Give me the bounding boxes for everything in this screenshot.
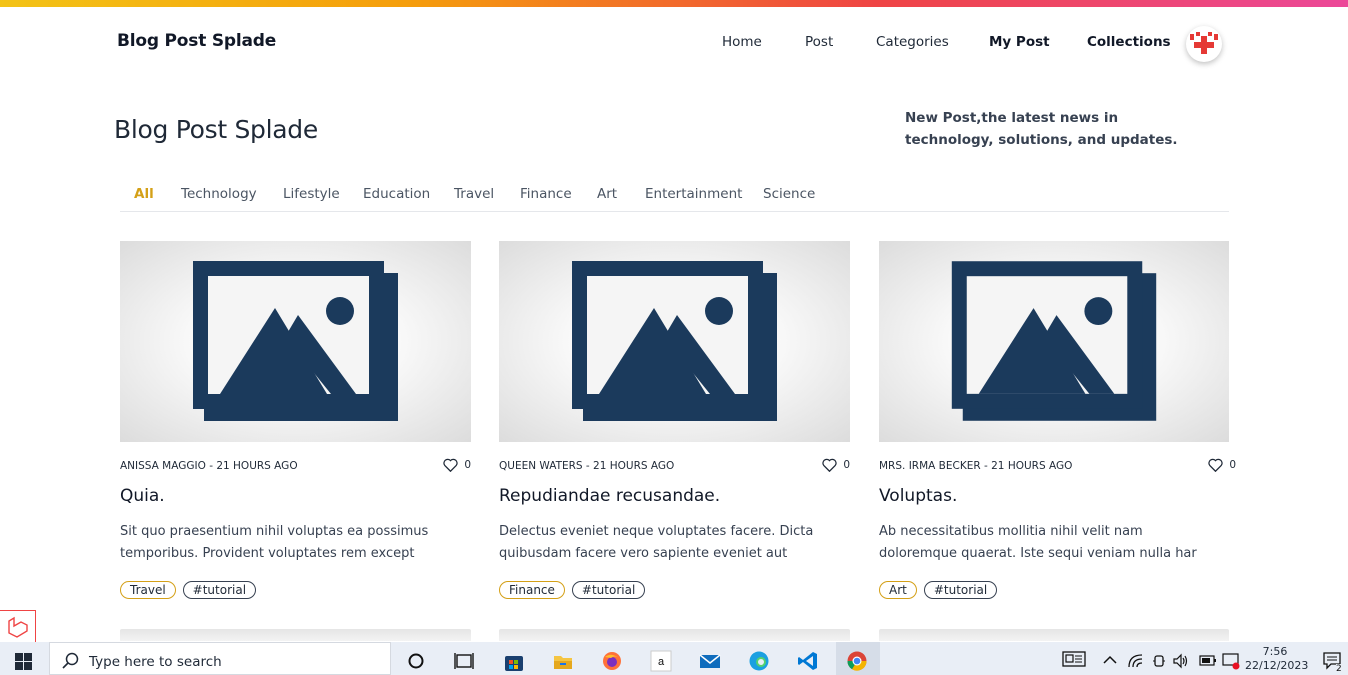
post-title[interactable]: Repudiandae recusandae. xyxy=(499,486,720,506)
category-filter-bar: All Technology Lifestyle Education Trave… xyxy=(120,185,1229,212)
svg-text:a: a xyxy=(658,656,665,668)
post-card[interactable]: ANISSA MAGGIO - 21 HOURS AGO 0 Quia. Sit… xyxy=(120,241,471,602)
notification-count: 2 xyxy=(1336,664,1342,674)
windows-start-icon[interactable] xyxy=(15,653,32,670)
task-view-icon[interactable] xyxy=(453,650,475,672)
post-excerpt: Sit quo praesentium nihil voluptas ea po… xyxy=(120,524,429,561)
like-count: 0 xyxy=(464,459,471,471)
nav-home[interactable]: Home xyxy=(722,34,762,50)
post-card[interactable]: MRS. IRMA BECKER - 21 HOURS AGO 0 Volupt… xyxy=(879,241,1236,602)
microsoft-store-icon[interactable] xyxy=(503,650,525,672)
site-header: Blog Post Splade Home Post Categories My… xyxy=(0,7,1348,77)
filter-finance[interactable]: Finance xyxy=(520,186,572,202)
post-tags: Travel #tutorial xyxy=(120,581,257,599)
category-tag[interactable]: Finance xyxy=(499,581,565,599)
image-placeholder-icon xyxy=(193,261,398,421)
post-card-partial[interactable] xyxy=(499,629,850,641)
post-excerpt: Ab necessitatibus mollitia nihil velit n… xyxy=(879,524,1197,561)
firefox-icon[interactable] xyxy=(601,650,623,672)
like-button[interactable]: 0 xyxy=(443,458,471,472)
filter-entertainment[interactable]: Entertainment xyxy=(645,186,742,202)
search-icon xyxy=(62,652,79,669)
filter-science[interactable]: Science xyxy=(763,186,815,202)
search-placeholder: Type here to search xyxy=(89,654,222,670)
like-button[interactable]: 0 xyxy=(822,458,850,472)
user-avatar[interactable] xyxy=(1186,26,1222,62)
post-author-time: ANISSA MAGGIO - 21 HOURS AGO xyxy=(120,460,298,472)
filter-all[interactable]: All xyxy=(134,186,154,202)
avatar-icon xyxy=(1190,32,1218,54)
laravel-icon xyxy=(8,616,28,638)
post-card-partial[interactable] xyxy=(120,629,471,641)
volume-icon[interactable] xyxy=(1173,653,1189,669)
page-title: Blog Post Splade xyxy=(114,115,318,144)
laravel-debug-badge[interactable] xyxy=(0,610,36,642)
file-explorer-icon[interactable] xyxy=(552,650,574,672)
post-card[interactable]: QUEEN WATERS - 21 HOURS AGO 0 Repudianda… xyxy=(499,241,850,602)
heart-icon xyxy=(1208,458,1224,472)
hashtag[interactable]: #tutorial xyxy=(571,581,646,599)
brand-logo[interactable]: Blog Post Splade xyxy=(117,31,276,51)
system-clock[interactable]: 7:56 22/12/2023 xyxy=(1245,645,1309,673)
like-count: 0 xyxy=(1229,459,1236,471)
category-tag[interactable]: Art xyxy=(879,581,917,599)
post-image[interactable] xyxy=(120,241,471,442)
image-placeholder-icon xyxy=(572,261,777,421)
chevron-up-icon[interactable] xyxy=(1103,655,1117,665)
meet-now-icon[interactable] xyxy=(1152,653,1166,669)
image-placeholder-icon xyxy=(951,261,1157,421)
amazon-icon[interactable]: a xyxy=(650,650,672,672)
news-widget-icon[interactable] xyxy=(1062,650,1086,668)
page-description: New Post,the latest news in technology, … xyxy=(905,110,1178,148)
filter-art[interactable]: Art xyxy=(597,186,617,202)
nav-post[interactable]: Post xyxy=(805,34,833,50)
nav-my-post[interactable]: My Post xyxy=(989,34,1050,50)
windows-taskbar: Type here to search a 7:56 22/12/2023 2 xyxy=(0,642,1348,675)
filter-education[interactable]: Education xyxy=(363,186,430,202)
like-count: 0 xyxy=(843,459,850,471)
edge-icon[interactable] xyxy=(748,650,770,672)
top-gradient-bar xyxy=(0,0,1348,7)
post-author-time: MRS. IRMA BECKER - 21 HOURS AGO xyxy=(879,460,1073,472)
clock-date: 22/12/2023 xyxy=(1245,659,1309,672)
battery-icon[interactable] xyxy=(1199,655,1217,666)
nav-collections[interactable]: Collections xyxy=(1087,34,1171,50)
post-card-partial[interactable] xyxy=(879,629,1229,641)
nav-categories[interactable]: Categories xyxy=(876,34,949,50)
post-image[interactable] xyxy=(879,241,1229,442)
like-button[interactable]: 0 xyxy=(1208,458,1236,472)
heart-icon xyxy=(443,458,459,472)
taskbar-search-box[interactable]: Type here to search xyxy=(49,642,391,675)
wifi-icon[interactable] xyxy=(1128,654,1144,668)
hashtag[interactable]: #tutorial xyxy=(923,581,998,599)
post-title[interactable]: Quia. xyxy=(120,486,165,506)
post-image[interactable] xyxy=(499,241,850,442)
mail-icon[interactable] xyxy=(699,650,721,672)
heart-icon xyxy=(822,458,838,472)
post-title[interactable]: Voluptas. xyxy=(879,486,957,506)
hashtag[interactable]: #tutorial xyxy=(182,581,257,599)
post-tags: Finance #tutorial xyxy=(499,581,646,599)
filter-technology[interactable]: Technology xyxy=(181,186,257,202)
filter-lifestyle[interactable]: Lifestyle xyxy=(283,186,340,202)
display-warning-icon[interactable] xyxy=(1222,652,1240,670)
chrome-icon[interactable] xyxy=(846,650,868,672)
post-excerpt: Delectus eveniet neque voluptates facere… xyxy=(499,524,814,561)
post-tags: Art #tutorial xyxy=(879,581,998,599)
vscode-icon[interactable] xyxy=(797,650,819,672)
category-tag[interactable]: Travel xyxy=(120,581,176,599)
post-author-time: QUEEN WATERS - 21 HOURS AGO xyxy=(499,460,675,472)
filter-travel[interactable]: Travel xyxy=(454,186,494,202)
clock-time: 7:56 xyxy=(1262,645,1288,658)
cortana-icon[interactable] xyxy=(405,650,427,672)
